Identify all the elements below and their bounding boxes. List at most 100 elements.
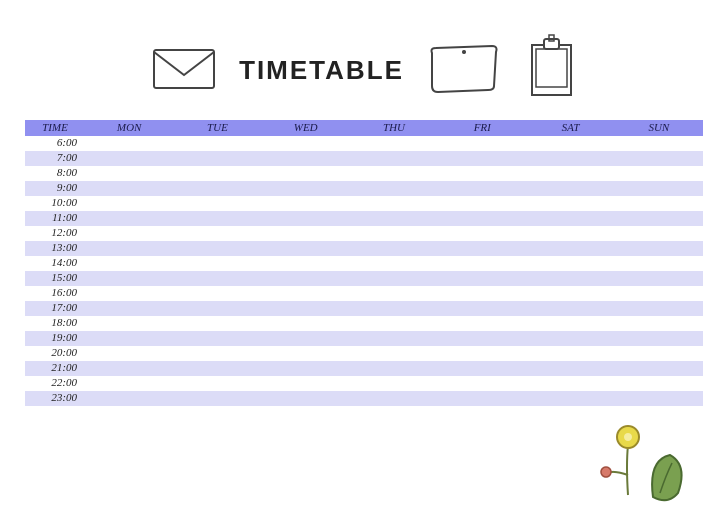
- schedule-cell: [262, 211, 350, 226]
- schedule-cell: [438, 211, 526, 226]
- table-row: 19:00: [25, 331, 703, 346]
- schedule-cell: [526, 151, 614, 166]
- table-row: 11:00: [25, 211, 703, 226]
- schedule-cell: [173, 211, 261, 226]
- schedule-cell: [262, 346, 350, 361]
- schedule-cell: [350, 256, 438, 271]
- schedule-cell: [262, 331, 350, 346]
- table-row: 18:00: [25, 316, 703, 331]
- schedule-cell: [350, 361, 438, 376]
- schedule-cell: [85, 181, 173, 196]
- schedule-cell: [262, 151, 350, 166]
- schedule-cell: [85, 226, 173, 241]
- memo-pad-icon: [424, 38, 504, 103]
- schedule-cell: [173, 316, 261, 331]
- table-row: 6:00: [25, 136, 703, 151]
- schedule-cell: [438, 226, 526, 241]
- schedule-cell: [85, 346, 173, 361]
- time-cell: 20:00: [25, 346, 85, 361]
- schedule-cell: [85, 256, 173, 271]
- schedule-cell: [173, 391, 261, 406]
- schedule-cell: [173, 166, 261, 181]
- schedule-cell: [615, 376, 703, 391]
- schedule-cell: [438, 331, 526, 346]
- envelope-icon: [149, 40, 219, 100]
- schedule-cell: [173, 151, 261, 166]
- table-row: 10:00: [25, 196, 703, 211]
- schedule-cell: [85, 196, 173, 211]
- schedule-cell: [85, 376, 173, 391]
- schedule-cell: [85, 391, 173, 406]
- time-cell: 14:00: [25, 256, 85, 271]
- schedule-cell: [526, 256, 614, 271]
- schedule-cell: [350, 166, 438, 181]
- schedule-cell: [438, 241, 526, 256]
- time-cell: 6:00: [25, 136, 85, 151]
- schedule-cell: [350, 196, 438, 211]
- schedule-cell: [173, 226, 261, 241]
- schedule-cell: [85, 271, 173, 286]
- schedule-cell: [438, 181, 526, 196]
- schedule-cell: [438, 361, 526, 376]
- page-title: TIMETABLE: [239, 55, 404, 86]
- schedule-cell: [350, 151, 438, 166]
- table-row: 16:00: [25, 286, 703, 301]
- schedule-cell: [526, 316, 614, 331]
- time-cell: 15:00: [25, 271, 85, 286]
- table-row: 17:00: [25, 301, 703, 316]
- schedule-cell: [262, 316, 350, 331]
- col-header-fri: FRI: [438, 120, 526, 136]
- schedule-cell: [615, 136, 703, 151]
- schedule-cell: [85, 361, 173, 376]
- table-row: 23:00: [25, 391, 703, 406]
- schedule-cell: [350, 316, 438, 331]
- schedule-cell: [85, 316, 173, 331]
- col-header-sat: SAT: [526, 120, 614, 136]
- schedule-cell: [173, 241, 261, 256]
- schedule-cell: [526, 286, 614, 301]
- schedule-cell: [615, 301, 703, 316]
- col-header-tue: TUE: [173, 120, 261, 136]
- table-row: 9:00: [25, 181, 703, 196]
- schedule-cell: [526, 331, 614, 346]
- time-cell: 10:00: [25, 196, 85, 211]
- schedule-cell: [173, 136, 261, 151]
- schedule-cell: [350, 346, 438, 361]
- table-row: 8:00: [25, 166, 703, 181]
- schedule-cell: [350, 301, 438, 316]
- schedule-cell: [615, 361, 703, 376]
- schedule-cell: [85, 301, 173, 316]
- table-row: 7:00: [25, 151, 703, 166]
- schedule-cell: [438, 166, 526, 181]
- schedule-cell: [262, 391, 350, 406]
- schedule-cell: [526, 361, 614, 376]
- schedule-cell: [173, 301, 261, 316]
- table-row: 22:00: [25, 376, 703, 391]
- schedule-cell: [173, 331, 261, 346]
- schedule-cell: [526, 226, 614, 241]
- col-header-mon: MON: [85, 120, 173, 136]
- schedule-cell: [350, 181, 438, 196]
- schedule-cell: [526, 391, 614, 406]
- schedule-cell: [438, 346, 526, 361]
- timetable-wrap: TIMEMONTUEWEDTHUFRISATSUN 6:007:008:009:…: [0, 120, 728, 406]
- schedule-cell: [262, 196, 350, 211]
- flower-decoration-icon: [588, 415, 698, 510]
- schedule-cell: [438, 301, 526, 316]
- schedule-cell: [85, 166, 173, 181]
- schedule-cell: [615, 331, 703, 346]
- schedule-cell: [526, 211, 614, 226]
- schedule-cell: [438, 286, 526, 301]
- time-cell: 23:00: [25, 391, 85, 406]
- schedule-cell: [615, 256, 703, 271]
- table-row: 20:00: [25, 346, 703, 361]
- schedule-cell: [526, 241, 614, 256]
- schedule-cell: [350, 286, 438, 301]
- schedule-cell: [615, 286, 703, 301]
- schedule-cell: [526, 136, 614, 151]
- time-cell: 19:00: [25, 331, 85, 346]
- schedule-cell: [85, 286, 173, 301]
- schedule-cell: [526, 301, 614, 316]
- schedule-cell: [173, 196, 261, 211]
- table-row: 21:00: [25, 361, 703, 376]
